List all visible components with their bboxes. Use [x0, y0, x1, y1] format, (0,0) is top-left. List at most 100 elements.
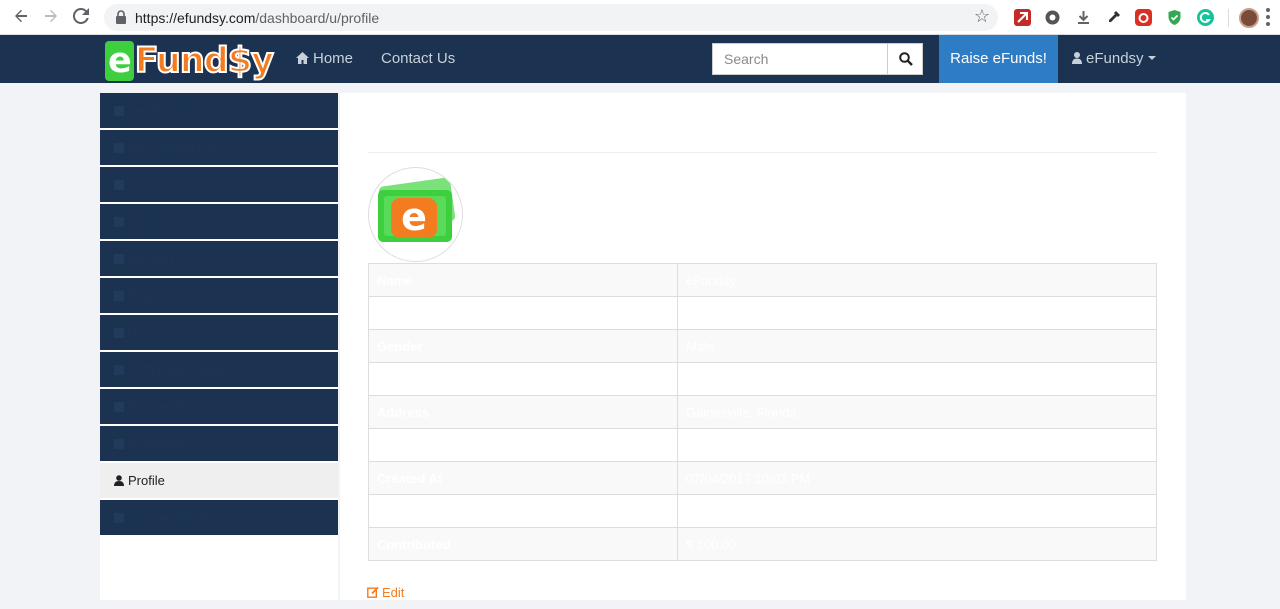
bookmark-star-icon[interactable]: ☆: [974, 6, 990, 27]
sidebar-item-label: Categories: [128, 177, 191, 192]
sidebar-item[interactable]: Schedules: [100, 426, 338, 462]
lock-icon: [114, 513, 124, 523]
search-button[interactable]: [887, 43, 923, 75]
sidebar-item[interactable]: Settings: [100, 241, 338, 277]
user-icon: [1072, 52, 1082, 64]
row-value: $ 100.00: [677, 527, 1157, 561]
nav-home-label: Home: [313, 50, 354, 67]
table-row: Created At 07/04/2017 10:03 PM: [368, 461, 1157, 495]
table-row: [368, 362, 1157, 396]
user-name: eFundsy: [1086, 50, 1144, 67]
table-row: Address Gainesville, Florida: [368, 395, 1157, 429]
sidebar-item-label: Schedules: [128, 436, 189, 451]
table-row: [368, 428, 1157, 462]
sidebar-item-label: Change Password: [128, 510, 235, 525]
row-value: [677, 428, 1157, 462]
nav-contact-link[interactable]: Contact Us: [381, 50, 455, 67]
row-label: Contributed: [368, 527, 678, 561]
sidebar-item-label: Dashboard: [128, 103, 192, 118]
sidebar-item[interactable]: Withdrawal requests: [100, 352, 338, 388]
sidebar-item[interactable]: Dashboard: [100, 93, 338, 129]
url-text: https://efundsy.com/dashboard/u/profile: [135, 10, 379, 26]
row-value: [677, 296, 1157, 330]
home-icon: [296, 52, 309, 64]
calendar-icon: [114, 439, 124, 449]
table-row: [368, 296, 1157, 330]
address-bar[interactable]: https://efundsy.com/dashboard/u/profile …: [104, 4, 998, 31]
payments-icon: [114, 402, 124, 412]
url-path: /dashboard/u/profile: [255, 10, 380, 26]
browser-toolbar: https://efundsy.com/dashboard/u/profile …: [0, 0, 1280, 35]
sidebar-item-label: Pages: [128, 288, 165, 303]
shield-extension-icon[interactable]: [1166, 9, 1183, 26]
sidebar-item[interactable]: My Campaigns ‹: [100, 130, 338, 166]
edit-profile-link[interactable]: Edit: [367, 585, 404, 600]
row-label: [368, 494, 678, 528]
dropper-extension-icon[interactable]: [1105, 9, 1122, 26]
efundsy-logo[interactable]: e Fund$y: [104, 40, 275, 82]
browser-profile-avatar[interactable]: [1239, 8, 1259, 28]
sidebar-item-label: Profile: [128, 473, 165, 488]
money-icon: [114, 365, 124, 375]
back-arrow-icon[interactable]: [9, 6, 33, 30]
globe-extension-icon[interactable]: [1044, 9, 1061, 26]
sidebar-item[interactable]: Payments: [100, 389, 338, 425]
logo-text-rest: Fund$y: [134, 40, 275, 82]
chevron-down-icon: [1147, 56, 1156, 60]
sidebar-item[interactable]: Categories: [100, 167, 338, 203]
row-label: [368, 428, 678, 462]
camera-extension-icon[interactable]: [1135, 9, 1152, 26]
categories-icon: [114, 180, 124, 190]
dashboard-icon: [114, 106, 124, 116]
edit-icon: [367, 586, 379, 598]
row-value: 07/04/2017 10:03 PM: [677, 461, 1157, 495]
sidebar-item[interactable]: Change Password: [100, 500, 338, 536]
sidebar-item-label: Settings: [128, 251, 175, 266]
row-label: Name: [368, 263, 678, 297]
search-input[interactable]: [713, 44, 887, 74]
lock-icon: [116, 10, 126, 24]
table-row: [368, 494, 1157, 528]
reload-icon[interactable]: [69, 6, 93, 30]
sidebar-item-label: Withdrawal requests: [128, 362, 246, 377]
sidebar-item[interactable]: Pages: [100, 278, 338, 314]
edit-label: Edit: [382, 585, 405, 600]
forward-arrow-icon[interactable]: [39, 6, 63, 30]
toolbar-divider: [1228, 9, 1229, 27]
row-value: [677, 494, 1157, 528]
user-icon: [114, 464, 124, 486]
table-row: Contributed $ 100.00: [368, 527, 1157, 561]
row-label: [368, 362, 678, 396]
search-field[interactable]: [712, 43, 887, 75]
download-icon[interactable]: [1075, 9, 1092, 26]
filter-icon: [114, 143, 124, 153]
table-row: Gender Male: [368, 329, 1157, 363]
filter-icon: [114, 217, 124, 227]
row-value: eFundsy: [677, 263, 1157, 297]
user-dropdown[interactable]: eFundsy: [1072, 50, 1156, 67]
row-value: Male: [677, 329, 1157, 363]
sidebar-item-label: Users: [128, 325, 162, 340]
sidebar-item[interactable]: Users: [100, 315, 338, 351]
nav-home-link[interactable]: Home: [296, 50, 353, 67]
row-value: Gainesville, Florida: [677, 395, 1157, 429]
row-label: Address: [368, 395, 678, 429]
file-icon: [114, 291, 124, 301]
raise-efunds-button[interactable]: Raise eFunds!: [939, 35, 1058, 83]
sidebar-item-label: Campaigns: [128, 214, 194, 229]
row-label: [368, 296, 678, 330]
sidebar-item[interactable]: Campaigns: [100, 204, 338, 240]
sidebar-item[interactable]: Profile: [100, 463, 338, 499]
table-row: Name eFundsy: [368, 263, 1157, 297]
url-host: https://efundsy.com: [135, 10, 256, 26]
row-label: Created At: [368, 461, 678, 495]
profile-avatar: e: [368, 167, 463, 262]
sidebar-item-label: Payments: [128, 399, 186, 414]
search-icon: [899, 52, 913, 66]
row-label: Gender: [368, 329, 678, 363]
pdf-extension-icon[interactable]: [1014, 9, 1031, 26]
grammarly-icon[interactable]: [1197, 9, 1214, 26]
logo-wordmark: e Fund$y: [105, 40, 275, 82]
svg-text:e: e: [401, 195, 427, 239]
browser-menu-icon[interactable]: [1266, 8, 1270, 26]
